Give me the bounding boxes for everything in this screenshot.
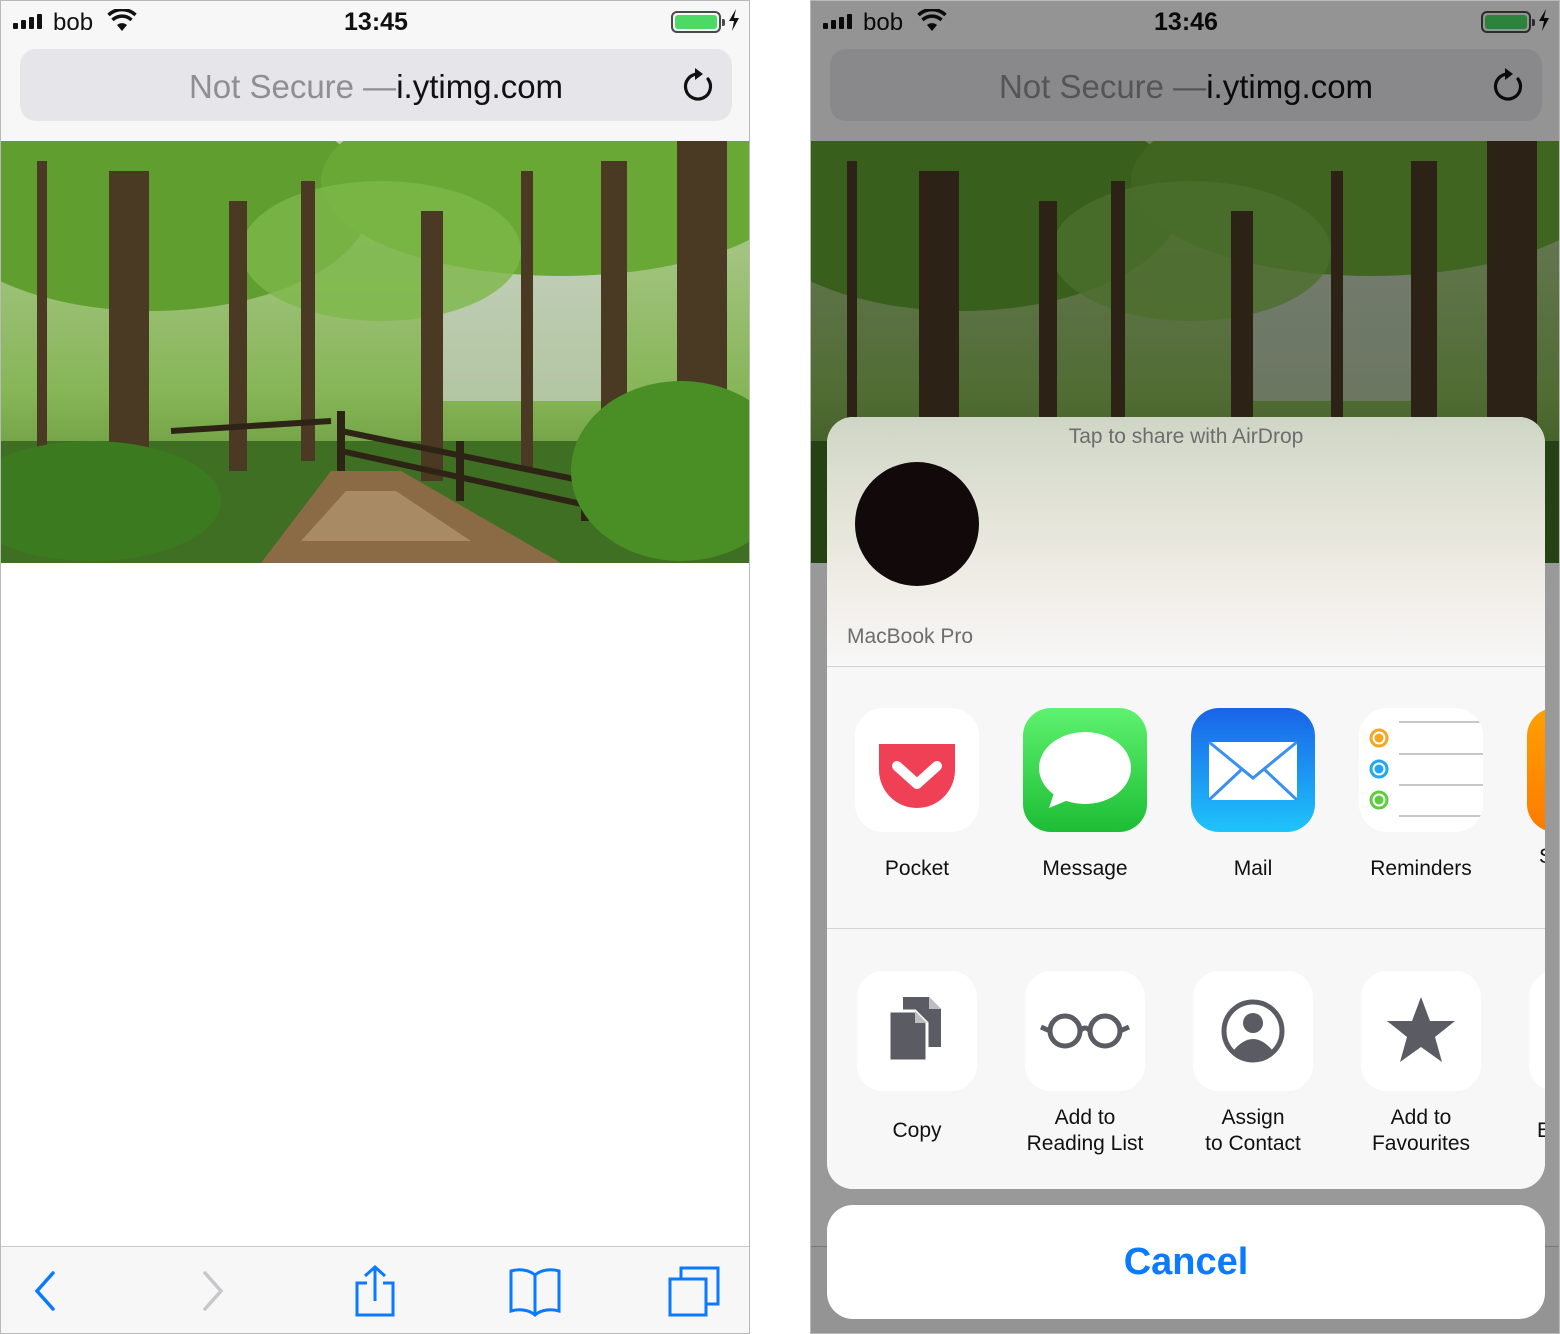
- app-label-message: Message: [1042, 857, 1128, 880]
- mail-icon[interactable]: [1191, 708, 1315, 832]
- share-actions-row: Copy Add to Reading List Assign to Contact…: [827, 930, 1545, 1189]
- action-label-assign-contact: Assign to Contact: [1169, 1105, 1337, 1157]
- pocket-icon[interactable]: [855, 708, 979, 832]
- status-bar: bob 13:45: [1, 1, 749, 43]
- url-domain: i.ytimg.com: [396, 68, 564, 105]
- action-label-copy: Copy: [892, 1119, 942, 1142]
- airdrop-device-name: MacBook Pro: [847, 625, 974, 648]
- app-label-reminders: Reminders: [1370, 857, 1472, 880]
- share-icon[interactable]: [353, 1265, 397, 1317]
- url-field[interactable]: Not Secure —i.ytimg.com: [20, 49, 732, 121]
- safari-screen: bob 13:45 Not Secure —i.ytimg.com: [0, 0, 750, 1334]
- back-arrow-icon[interactable]: [31, 1265, 57, 1317]
- app-label-partial: S: [1539, 844, 1545, 870]
- charging-bolt-icon: [729, 9, 739, 31]
- action-label-reading-list: Add to Reading List: [1001, 1105, 1169, 1157]
- partial-action-icon[interactable]: [1529, 971, 1545, 1091]
- app-label-pocket: Pocket: [884, 857, 950, 880]
- url-security-label: Not Secure —: [188, 68, 397, 105]
- action-label-partial: E: [1537, 1118, 1545, 1144]
- message-icon[interactable]: [1023, 708, 1147, 832]
- url-text: Not Secure —i.ytimg.com: [20, 68, 732, 106]
- address-bar: Not Secure —i.ytimg.com: [1, 43, 749, 141]
- reminders-icon[interactable]: [1359, 708, 1483, 832]
- partial-app-icon[interactable]: [1527, 708, 1545, 832]
- airdrop-device-avatar[interactable]: [855, 462, 979, 586]
- action-label-line2: to Contact: [1205, 1132, 1301, 1155]
- reload-icon[interactable]: [680, 66, 716, 104]
- bookmarks-icon[interactable]: [508, 1265, 562, 1317]
- action-label-line2: Favourites: [1371, 1132, 1471, 1155]
- copy-icon[interactable]: [857, 971, 977, 1091]
- forward-arrow-icon[interactable]: [199, 1265, 225, 1317]
- battery-icon: [671, 11, 725, 33]
- action-label-line1: Assign: [1221, 1106, 1285, 1129]
- airdrop-title: Tap to share with AirDrop: [1068, 425, 1304, 448]
- tabs-icon[interactable]: [667, 1265, 721, 1317]
- cancel-label: Cancel: [1123, 1241, 1249, 1283]
- browser-toolbar: [1, 1246, 749, 1333]
- glasses-icon[interactable]: [1025, 971, 1145, 1091]
- cancel-button[interactable]: Cancel: [827, 1205, 1545, 1319]
- action-label-line1: Add to: [1054, 1106, 1116, 1129]
- airdrop-section: Tap to share with AirDrop MacBook Pro: [827, 417, 1545, 667]
- share-sheet-screen: bob 13:46 Not Secure —i.ytimg.com Tap to…: [810, 0, 1560, 1334]
- share-sheet: Tap to share with AirDrop MacBook Pro Po…: [827, 417, 1545, 1189]
- action-label-line1: Add to: [1390, 1106, 1452, 1129]
- action-label-favourites: Add to Favourites: [1337, 1105, 1505, 1157]
- forest-photo: [1, 141, 749, 563]
- share-apps-row: Pocket Message Mail Reminders S: [827, 668, 1545, 929]
- action-label-line2: Reading List: [1026, 1132, 1144, 1155]
- contact-icon[interactable]: [1193, 971, 1313, 1091]
- status-time: 13:45: [344, 8, 408, 36]
- app-label-mail: Mail: [1233, 857, 1273, 880]
- star-icon[interactable]: [1361, 971, 1481, 1091]
